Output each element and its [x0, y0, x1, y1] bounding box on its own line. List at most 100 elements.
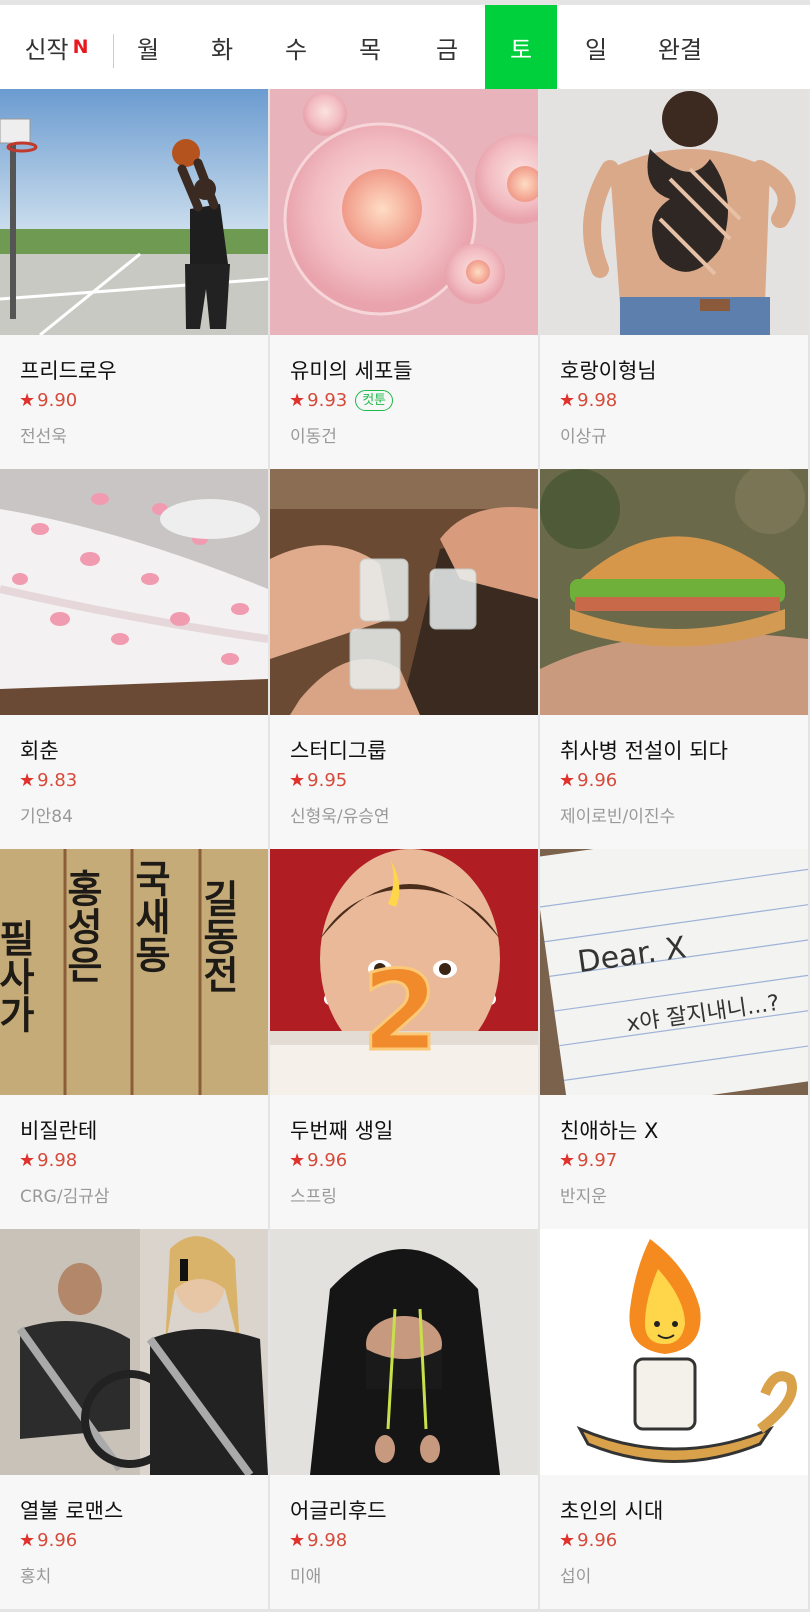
star-icon: ★	[559, 1530, 576, 1551]
rating-value: 9.96	[37, 1530, 78, 1551]
rating-value: 9.98	[37, 1150, 78, 1171]
comic-card[interactable]: 열불 로맨스 ★ 9.96 홍치	[0, 1229, 268, 1609]
comic-info: 회춘 ★ 9.83 기안84	[0, 715, 268, 849]
comic-thumbnail: 필사가 홍성은 국새동 길동전	[0, 849, 268, 1095]
star-icon: ★	[289, 1150, 306, 1171]
tab-mon[interactable]: 월	[112, 5, 184, 89]
comic-author: 신형욱/유승연	[290, 807, 390, 827]
tab-new-label: 신작	[24, 35, 69, 64]
comic-author: 반지운	[560, 1187, 607, 1207]
rating-value: 9.83	[37, 770, 78, 791]
star-icon: ★	[289, 390, 306, 411]
star-icon: ★	[19, 1150, 36, 1171]
comic-card[interactable]: 프리드로우 ★ 9.90 전선욱	[0, 89, 268, 469]
tab-tue[interactable]: 화	[186, 5, 258, 89]
star-icon: ★	[19, 390, 36, 411]
hanja-col-d: 길동전	[196, 879, 241, 993]
comic-thumbnail: 2	[270, 849, 538, 1095]
comic-author: 제이로빈/이진수	[560, 807, 676, 827]
comic-author: 스프링	[290, 1187, 337, 1207]
tab-fri[interactable]: 금	[411, 5, 483, 89]
tab-thu[interactable]: 목	[334, 5, 406, 89]
comic-card[interactable]: 2 두번째 생일 ★ 9.96 스프링	[270, 849, 538, 1229]
rating-value: 9.98	[307, 1530, 348, 1551]
comic-thumbnail	[540, 89, 808, 335]
comic-rating: ★ 9.96	[19, 1530, 77, 1551]
tab-sun[interactable]: 일	[560, 5, 632, 89]
comic-title: 회춘	[20, 739, 59, 763]
comic-author: 섭이	[560, 1567, 592, 1587]
comic-card[interactable]: 어글리후드 ★ 9.98 미애	[270, 1229, 538, 1609]
comic-info: 어글리후드 ★ 9.98 미애	[270, 1475, 538, 1609]
comic-info: 초인의 시대 ★ 9.96 섭이	[540, 1475, 808, 1609]
comic-title: 어글리후드	[290, 1499, 387, 1523]
comic-author: 미애	[290, 1567, 322, 1587]
rating-value: 9.95	[307, 770, 348, 791]
star-icon: ★	[289, 1530, 306, 1551]
hanja-col-b: 홍성은	[60, 869, 105, 983]
comic-rating: ★ 9.83	[19, 770, 77, 791]
comic-card[interactable]: 필사가 홍성은 국새동 길동전 비질란테 ★ 9.98 CRG/김규삼	[0, 849, 268, 1229]
comic-thumbnail	[540, 1229, 808, 1475]
comic-info: 스터디그룹 ★ 9.95 신형욱/유승연	[270, 715, 538, 849]
tab-sat[interactable]: 토	[485, 5, 557, 89]
tab-wed[interactable]: 수	[260, 5, 332, 89]
comic-info: 비질란테 ★ 9.98 CRG/김규삼	[0, 1095, 268, 1229]
rating-value: 9.97	[577, 1150, 618, 1171]
comic-title: 비질란테	[20, 1119, 98, 1143]
star-icon: ★	[19, 770, 36, 791]
comic-card[interactable]: 초인의 시대 ★ 9.96 섭이	[540, 1229, 808, 1609]
star-icon: ★	[19, 1530, 36, 1551]
comic-rating: ★ 9.98	[289, 1530, 347, 1551]
comic-card[interactable]: 스터디그룹 ★ 9.95 신형욱/유승연	[270, 469, 538, 849]
rating-value: 9.96	[577, 1530, 618, 1551]
star-icon: ★	[559, 770, 576, 791]
comic-rating: ★ 9.90	[19, 390, 77, 411]
rating-value: 9.96	[307, 1150, 348, 1171]
comic-info: 프리드로우 ★ 9.90 전선욱	[0, 335, 268, 469]
comic-rating: ★ 9.96	[289, 1150, 347, 1171]
comic-rating: ★ 9.97	[559, 1150, 617, 1171]
candle-number: 2	[362, 947, 439, 1075]
new-badge: N	[72, 36, 89, 58]
comic-thumbnail	[270, 89, 538, 335]
tab-completed[interactable]: 완결	[640, 5, 720, 89]
comic-rating: ★ 9.98	[559, 390, 617, 411]
comic-author: 전선욱	[20, 427, 67, 447]
comic-card[interactable]: Dear. X x야 잘지내니...? 친애하는 X ★ 9.97 반지운	[540, 849, 808, 1229]
comic-thumbnail	[540, 469, 808, 715]
comic-card[interactable]: 회춘 ★ 9.83 기안84	[0, 469, 268, 849]
comic-card[interactable]: 호랑이형님 ★ 9.98 이상규	[540, 89, 808, 469]
comic-author: CRG/김규삼	[20, 1187, 110, 1207]
star-icon: ★	[559, 1150, 576, 1171]
tab-new[interactable]: 신작 N	[0, 5, 113, 89]
comic-thumbnail	[270, 1229, 538, 1475]
comic-info: 친애하는 X ★ 9.97 반지운	[540, 1095, 808, 1229]
comic-title: 프리드로우	[20, 359, 117, 383]
comic-rating: ★ 9.96	[559, 1530, 617, 1551]
comic-thumbnail	[270, 469, 538, 715]
rating-value: 9.93	[307, 390, 348, 411]
star-icon: ★	[559, 390, 576, 411]
comic-info: 취사병 전설이 되다 ★ 9.96 제이로빈/이진수	[540, 715, 808, 849]
comic-title: 취사병 전설이 되다	[560, 739, 728, 763]
comic-author: 기안84	[20, 807, 73, 827]
day-tab-bar: 신작 N 월 화 수 목 금 토 일 완결	[0, 4, 810, 90]
rating-value: 9.90	[37, 390, 78, 411]
comic-title: 유미의 세포들	[290, 359, 413, 383]
comic-thumbnail	[0, 469, 268, 715]
comic-info: 호랑이형님 ★ 9.98 이상규	[540, 335, 808, 469]
comic-card[interactable]: 유미의 세포들 ★ 9.93 컷툰 이동건	[270, 89, 538, 469]
comic-info: 열불 로맨스 ★ 9.96 홍치	[0, 1475, 268, 1609]
rating-value: 9.98	[577, 390, 618, 411]
comic-info: 두번째 생일 ★ 9.96 스프링	[270, 1095, 538, 1229]
comic-info: 유미의 세포들 ★ 9.93 컷툰 이동건	[270, 335, 538, 469]
comic-rating: ★ 9.93 컷툰	[289, 390, 394, 411]
comic-author: 이동건	[290, 427, 337, 447]
comic-card[interactable]: 취사병 전설이 되다 ★ 9.96 제이로빈/이진수	[540, 469, 808, 849]
comic-title: 두번째 생일	[290, 1119, 394, 1143]
comic-title: 열불 로맨스	[20, 1499, 124, 1523]
hanja-col-c: 국새동	[128, 859, 173, 973]
comic-rating: ★ 9.96	[559, 770, 617, 791]
cuttoon-badge: 컷툰	[355, 390, 394, 411]
